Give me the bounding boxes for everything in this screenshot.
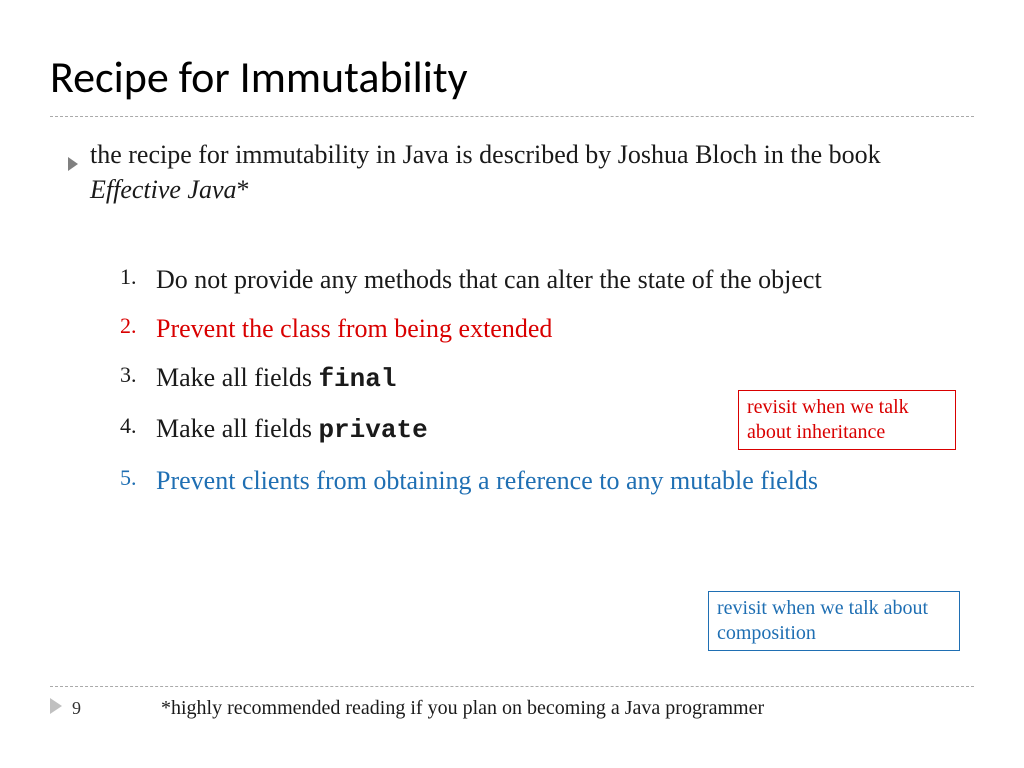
slide-title: Recipe for Immutability [50, 50, 974, 104]
item-number: 5. [120, 463, 137, 493]
item-number: 2. [120, 311, 137, 341]
page-number: 9 [72, 698, 81, 719]
list-item: 5. Prevent clients from obtaining a refe… [120, 463, 974, 498]
item-text: Do not provide any methods that can alte… [156, 265, 822, 294]
item-text: Make all fields [156, 414, 318, 443]
item-number: 1. [120, 262, 137, 292]
list-item: 1. Do not provide any methods that can a… [120, 262, 974, 297]
list-item: 2. Prevent the class from being extended [120, 311, 974, 346]
intro-text-after: * [237, 175, 250, 204]
footer-chevron-icon [50, 698, 62, 719]
intro-text-before: the recipe for immutability in Java is d… [90, 140, 881, 169]
intro-book-title: Effective Java [90, 175, 237, 204]
divider-top [50, 116, 974, 117]
item-text: Make all fields [156, 363, 318, 392]
item-number: 4. [120, 411, 137, 441]
item-text: Prevent clients from obtaining a referen… [156, 466, 818, 495]
item-number: 3. [120, 360, 137, 390]
footnote-text: *highly recommended reading if you plan … [161, 697, 764, 720]
item-text: Prevent the class from being extended [156, 314, 552, 343]
numbered-list: 1. Do not provide any methods that can a… [50, 262, 974, 497]
item-code: private [318, 415, 427, 445]
callout-inheritance: revisit when we talk about inheritance [738, 390, 956, 450]
callout-composition: revisit when we talk about composition [708, 591, 960, 651]
intro-paragraph: the recipe for immutability in Java is d… [50, 137, 974, 207]
slide-footer: 9 *highly recommended reading if you pla… [50, 686, 974, 720]
item-code: final [318, 364, 396, 394]
bullet-chevron-icon [68, 145, 78, 180]
